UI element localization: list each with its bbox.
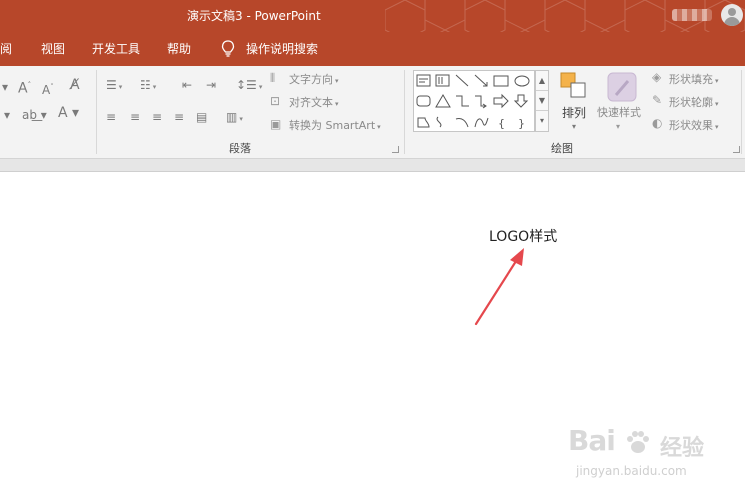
shapes-gallery[interactable]: { } <box>413 70 535 132</box>
svg-text:}: } <box>518 117 525 130</box>
shape-outline-button[interactable]: 形状轮廓 ▾ <box>669 94 719 110</box>
shape-fill-button[interactable]: 形状填充 ▾ <box>669 71 719 87</box>
svg-text:{: { <box>498 117 505 130</box>
shrink-font-icon[interactable]: A˅ <box>42 80 54 97</box>
char-spacing-icon[interactable]: ab͟ ▾ <box>22 108 47 122</box>
account-name[interactable] <box>672 9 712 21</box>
font-size-dropdown-icon[interactable]: ▾ <box>2 80 8 94</box>
arrange-button[interactable]: 排列 <box>562 104 586 121</box>
smartart-icon: ▣ <box>270 117 282 131</box>
tab-review[interactable]: 审阅 <box>0 40 12 57</box>
align-center-icon[interactable]: ≡ <box>130 110 140 124</box>
arrange-icon[interactable] <box>559 71 589 101</box>
scroll-down-icon[interactable]: ▼ <box>536 91 548 111</box>
convert-smartart-button[interactable]: 转换为 SmartArt ▾ <box>289 117 381 133</box>
title-bar: 演示文稿3 - PowerPoint <box>0 0 745 32</box>
distributed-icon[interactable]: ▤ <box>196 110 207 124</box>
shapes-gallery-icons: { } <box>416 74 530 130</box>
watermark-logo-text: Bai <box>568 424 616 457</box>
decrease-indent-icon[interactable]: ⇤ <box>182 78 192 92</box>
window-title: 演示文稿3 - PowerPoint <box>187 9 321 23</box>
shape-effects-icon: ◐ <box>652 116 663 130</box>
drawing-dialog-launcher-icon[interactable] <box>733 146 740 153</box>
grow-font-icon[interactable]: A˄ <box>18 78 31 96</box>
align-right-icon[interactable]: ≡ <box>152 110 162 124</box>
separator <box>96 70 97 154</box>
annotation-arrow-icon <box>474 248 524 326</box>
gallery-more-icon[interactable]: ▾ <box>536 111 548 131</box>
quick-styles-button[interactable]: 快速样式 <box>597 104 641 120</box>
slide-text-box[interactable]: LOGO样式 <box>489 226 557 246</box>
shape-effects-button[interactable]: 形状效果 ▾ <box>669 117 719 133</box>
text-direction-button[interactable]: 文字方向 ▾ <box>289 71 339 87</box>
clear-format-icon[interactable]: A̸ <box>70 78 80 92</box>
text-direction-icon: ⫴ <box>270 71 276 85</box>
watermark: Bai 经验 jingyan.baidu.com <box>560 420 740 490</box>
justify-icon[interactable]: ≡ <box>174 110 184 124</box>
line-spacing-icon[interactable]: ↕☰ ▾ <box>236 78 262 94</box>
watermark-url: jingyan.baidu.com <box>576 464 687 478</box>
shape-fill-icon: ◈ <box>652 70 662 84</box>
numbering-icon[interactable]: ☷ ▾ <box>140 78 156 94</box>
separator <box>404 70 405 154</box>
change-case-icon[interactable]: A ▾ <box>58 106 79 120</box>
separator <box>741 70 742 154</box>
bullets-icon[interactable]: ☰ ▾ <box>106 78 122 94</box>
watermark-cn-text: 经验 <box>660 436 705 461</box>
columns-icon[interactable]: ▥ ▾ <box>226 110 243 126</box>
font-color-dropdown-icon[interactable]: ▾ <box>4 108 10 122</box>
quick-styles-icon[interactable] <box>606 71 638 103</box>
align-text-button[interactable]: 对齐文本 ▾ <box>289 94 339 110</box>
increase-indent-icon[interactable]: ⇥ <box>206 78 216 92</box>
tab-help[interactable]: 帮助 <box>167 40 191 57</box>
shapes-gallery-scroll[interactable]: ▲ ▼ ▾ <box>535 70 549 132</box>
ribbon-bottom-strip <box>0 159 745 172</box>
tab-view[interactable]: 视图 <box>41 40 65 57</box>
avatar-head-shape <box>728 8 736 16</box>
group-label-paragraph: 段落 <box>229 142 251 155</box>
shape-outline-icon: ✎ <box>652 93 663 107</box>
paragraph-dialog-launcher-icon[interactable] <box>392 146 399 153</box>
group-label-drawing: 绘图 <box>551 142 573 155</box>
tell-me-search[interactable]: 操作说明搜索 <box>246 40 318 57</box>
avatar[interactable] <box>721 4 743 26</box>
tab-developer[interactable]: 开发工具 <box>92 40 140 57</box>
ribbon: ▾ A˄ A˅ A̸ ▾ ab͟ ▾ A ▾ ☰ ▾ ☷ ▾ ⇤ ⇥ ↕☰ ▾ ≡ ≡… <box>0 66 745 159</box>
lightbulb-icon <box>221 40 235 57</box>
avatar-body-shape <box>724 17 740 26</box>
align-left-icon[interactable]: ≡ <box>106 110 116 124</box>
paw-icon <box>627 431 649 453</box>
quick-styles-caret-icon[interactable]: ▾ <box>616 120 620 134</box>
align-text-icon: ⊡ <box>270 94 281 108</box>
arrange-caret-icon[interactable]: ▾ <box>572 120 576 134</box>
scroll-up-icon[interactable]: ▲ <box>536 71 548 91</box>
ribbon-tab-row: 审阅 视图 开发工具 帮助 操作说明搜索 <box>0 32 745 66</box>
